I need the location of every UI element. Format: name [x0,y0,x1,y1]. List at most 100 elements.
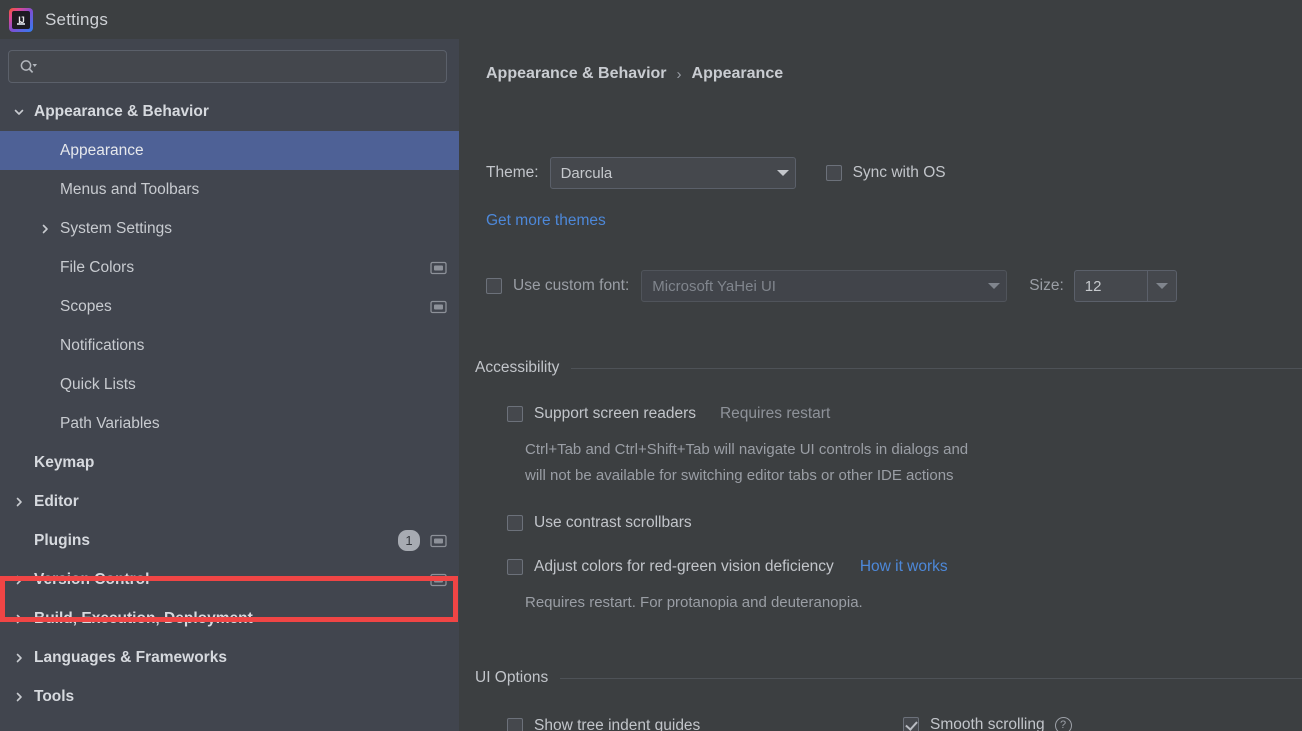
sidebar-item-tools[interactable]: Tools [0,677,459,716]
theme-select-value: Darcula [560,164,613,182]
sync-with-os-label: Sync with OS [852,164,946,181]
settings-sidebar: Appearance & Behavior Appearance Menus and… [0,39,459,731]
sidebar-item-editor[interactable]: Editor [0,482,459,521]
font-size-spinner[interactable]: 12 [1073,270,1177,302]
sidebar-item-file-colors[interactable]: File Colors [0,248,459,287]
sidebar-item-label: Notifications [60,336,145,354]
search-container [0,39,459,83]
section-divider [560,677,1302,679]
sidebar-item-label: File Colors [60,258,135,276]
sidebar-item-label: System Settings [60,219,172,237]
tree-indent-guides-label: Show tree indent guides [534,717,701,731]
sync-with-os-row[interactable]: Sync with OS [825,164,946,182]
screen-readers-desc-line1: Ctrl+Tab and Ctrl+Shift+Tab will navigat… [525,441,969,458]
sidebar-item-languages-frameworks[interactable]: Languages & Frameworks [0,638,459,677]
contrast-scrollbars-checkbox[interactable] [507,515,523,531]
chevron-down-icon [776,170,789,176]
breadcrumb-root[interactable]: Appearance & Behavior [486,65,667,83]
color-deficiency-checkbox[interactable] [507,559,523,575]
sidebar-item-quick-lists[interactable]: Quick Lists [0,365,459,404]
screen-readers-desc-line2: will not be available for switching edit… [525,467,954,484]
chevron-down-icon[interactable] [12,105,26,119]
tree-arrow-spacer [38,378,52,392]
sync-with-os-checkbox[interactable] [825,165,842,181]
chevron-right-icon[interactable] [12,573,26,587]
sidebar-item-label: Tools [34,687,75,705]
search-icon [19,59,39,75]
settings-tree: Appearance & Behavior Appearance Menus and… [0,92,459,716]
support-screen-readers-row[interactable]: Support screen readers Requires restart [507,405,830,423]
sidebar-item-build-execution-deployment[interactable]: Build, Execution, Deployment [0,599,459,638]
sidebar-item-system-settings[interactable]: System Settings [0,209,459,248]
smooth-scrolling-checkbox[interactable] [903,717,919,731]
color-deficiency-description: Requires restart. For protanopia and deu… [525,594,863,611]
search-box[interactable] [8,50,447,83]
sidebar-item-label: Appearance [60,141,144,159]
sidebar-item-version-control[interactable]: Version Control [0,560,459,599]
use-custom-font-checkbox[interactable] [486,278,502,294]
accessibility-section-title: Accessibility [475,359,560,376]
sidebar-item-label: Version Control [34,570,150,588]
support-screen-readers-checkbox[interactable] [507,406,523,422]
breadcrumb: Appearance & Behavior › Appearance [486,65,783,83]
sidebar-item-appearance-behavior[interactable]: Appearance & Behavior [0,92,459,131]
sidebar-item-label: Appearance & Behavior [34,102,209,120]
theme-select[interactable]: Darcula [549,157,796,189]
sidebar-item-plugins[interactable]: Plugins 1 [0,521,459,560]
project-scope-icon [430,300,447,314]
chevron-right-icon[interactable] [12,651,26,665]
sidebar-item-scopes[interactable]: Scopes [0,287,459,326]
font-size-label: Size: [1029,277,1064,294]
ui-options-section-title: UI Options [475,669,549,686]
contrast-scrollbars-label: Use contrast scrollbars [534,514,692,531]
accessibility-section-header: Accessibility [475,359,1302,377]
color-deficiency-row[interactable]: Adjust colors for red-green vision defic… [507,558,948,576]
use-custom-font-label: Use custom font: [513,277,630,294]
tree-arrow-spacer [38,144,52,158]
sidebar-item-label: Quick Lists [60,375,136,393]
custom-font-select[interactable]: Microsoft YaHei UI [641,270,1008,302]
tree-arrow-spacer [38,261,52,275]
settings-panel: Appearance & Behavior › Appearance Theme… [459,39,1302,731]
contrast-scrollbars-row[interactable]: Use contrast scrollbars [507,514,692,532]
intellij-idea-icon: IJ [9,7,33,32]
project-scope-icon [430,534,447,548]
project-scope-icon [430,573,447,587]
sidebar-item-label: Editor [34,492,79,510]
chevron-right-icon[interactable] [12,495,26,509]
tree-arrow-spacer [38,417,52,431]
tree-arrow-spacer [12,456,26,470]
chevron-right-icon[interactable] [12,612,26,626]
chevron-right-icon[interactable] [38,222,52,236]
smooth-scrolling-row[interactable]: Smooth scrolling ? [903,716,1072,731]
tree-indent-guides-checkbox[interactable] [507,718,523,731]
help-icon[interactable]: ? [1054,716,1072,731]
theme-label: Theme: [486,164,539,181]
font-size-value: 12 [1084,277,1102,295]
sidebar-item-label: Plugins [34,531,90,549]
how-it-works-link[interactable]: How it works [860,558,948,576]
sidebar-item-label: Build, Execution, Deployment [34,609,253,627]
sidebar-item-label: Keymap [34,453,95,471]
chevron-right-icon[interactable] [12,690,26,704]
project-scope-icon [430,261,447,275]
tree-indent-guides-row[interactable]: Show tree indent guides [507,717,700,731]
search-input[interactable] [45,57,438,76]
window-title: Settings [45,9,109,29]
ui-options-section-header: UI Options [475,669,1302,687]
sidebar-item-keymap[interactable]: Keymap [0,443,459,482]
use-custom-font-row[interactable]: Use custom font: [486,277,629,295]
get-more-themes-link[interactable]: Get more themes [486,212,606,230]
font-size-dropdown-button[interactable] [1146,271,1176,301]
support-screen-readers-label: Support screen readers [534,405,696,422]
tree-arrow-spacer [38,339,52,353]
sidebar-item-path-variables[interactable]: Path Variables [0,404,459,443]
sidebar-item-menus-and-toolbars[interactable]: Menus and Toolbars [0,170,459,209]
sidebar-item-appearance[interactable]: Appearance [0,131,459,170]
get-more-themes-row: Get more themes [486,212,606,230]
tree-arrow-spacer [12,534,26,548]
sidebar-item-notifications[interactable]: Notifications [0,326,459,365]
chevron-right-icon: › [676,65,682,83]
tree-arrow-spacer [38,300,52,314]
tree-arrow-spacer [38,183,52,197]
